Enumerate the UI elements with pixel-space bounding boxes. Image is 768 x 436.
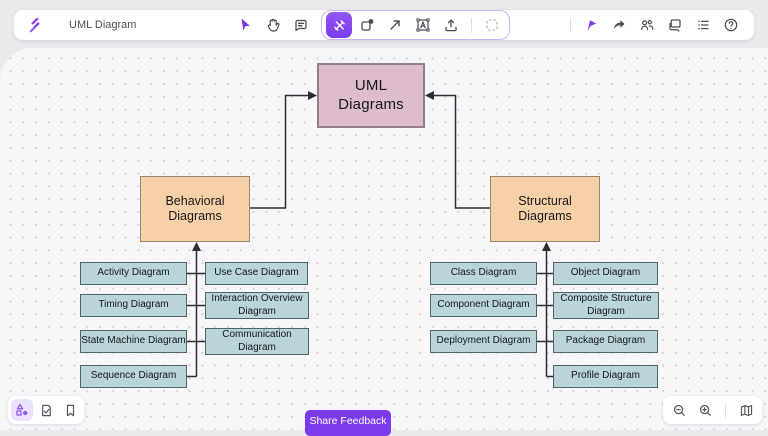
node-profile-diagram[interactable]: Profile Diagram [553,365,658,388]
topbar-left-group: UML Diagram [26,10,136,40]
shapes-panel-icon[interactable] [11,399,33,421]
node-interaction-overview-diagram[interactable]: Interaction Overview Diagram [205,292,309,319]
shapes-icon[interactable] [354,12,380,38]
chat-icon[interactable] [662,12,688,38]
node-structural-diagrams[interactable]: Structural Diagrams [490,176,600,242]
select-cursor-icon[interactable] [232,12,258,38]
toolbar-divider [570,18,571,33]
node-class-diagram[interactable]: Class Diagram [430,262,537,285]
help-icon[interactable] [718,12,744,38]
toolbar-divider [471,18,472,33]
comment-icon[interactable] [288,12,314,38]
top-toolbar: UML Diagram [14,10,754,40]
node-state-machine-diagram[interactable]: State Machine Diagram [80,330,187,353]
topbar-tools-group [232,10,510,40]
minimap-icon[interactable] [735,399,757,421]
app-logo-icon[interactable] [26,17,43,34]
share-feedback-button[interactable]: Share Feedback [305,410,391,436]
text-frame-icon[interactable] [410,12,436,38]
insert-tools-container [321,10,510,40]
node-object-diagram[interactable]: Object Diagram [553,262,658,285]
laser-flag-icon[interactable] [578,12,604,38]
node-communication-diagram[interactable]: Communication Diagram [205,328,309,355]
node-timing-diagram[interactable]: Timing Diagram [80,294,187,317]
marquee-select-icon[interactable] [479,12,505,38]
export-icon[interactable] [438,12,464,38]
node-sequence-diagram[interactable]: Sequence Diagram [80,365,187,388]
zoom-in-icon[interactable] [694,399,716,421]
zoom-out-icon[interactable] [668,399,690,421]
node-uml-diagrams[interactable]: UML Diagrams [317,63,425,128]
list-icon[interactable] [690,12,716,38]
doc-check-icon[interactable] [35,399,57,421]
node-deployment-diagram[interactable]: Deployment Diagram [430,330,537,353]
team-icon[interactable] [634,12,660,38]
node-behavioral-diagrams[interactable]: Behavioral Diagrams [140,176,250,242]
node-package-diagram[interactable]: Package Diagram [553,330,658,353]
document-title[interactable]: UML Diagram [69,19,136,31]
node-component-diagram[interactable]: Component Diagram [430,294,537,317]
bookmark-icon[interactable] [59,399,81,421]
left-dock [8,396,84,424]
hand-icon[interactable] [260,12,286,38]
node-activity-diagram[interactable]: Activity Diagram [80,262,187,285]
node-composite-structure-diagram[interactable]: Composite Structure Diagram [553,292,659,319]
topbar-right-group [565,10,744,40]
node-use-case-diagram[interactable]: Use Case Diagram [205,262,308,285]
right-dock [663,396,762,424]
share-forward-icon[interactable] [606,12,632,38]
tools-icon[interactable] [326,12,352,38]
dock-divider [725,403,726,418]
connector-arrow-icon[interactable] [382,12,408,38]
